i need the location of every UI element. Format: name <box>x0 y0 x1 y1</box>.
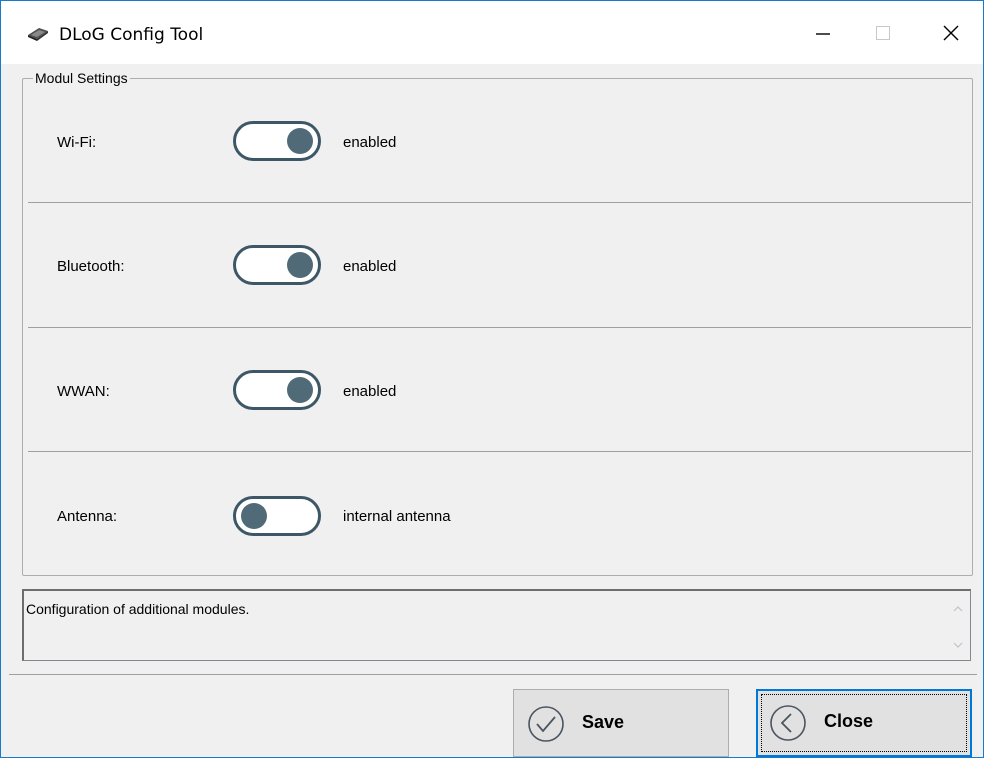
minimize-icon <box>816 32 830 35</box>
check-circle-icon <box>528 706 564 742</box>
toggle-knob <box>287 377 313 403</box>
antenna-state: internal antenna <box>343 508 451 525</box>
wifi-state: enabled <box>343 134 397 151</box>
bluetooth-toggle[interactable] <box>233 245 321 285</box>
wifi-toggle[interactable] <box>233 121 321 161</box>
toggle-knob <box>287 252 313 278</box>
row-divider <box>28 451 971 452</box>
bluetooth-state: enabled <box>343 258 397 275</box>
row-divider <box>28 202 971 203</box>
title-bar[interactable]: DLoG Config Tool <box>1 1 983 64</box>
setting-row-wwan: WWAN: enabled <box>23 330 971 454</box>
footer-divider <box>9 674 977 675</box>
chevron-up-icon <box>953 606 963 612</box>
wifi-label: Wi-Fi: <box>57 134 97 151</box>
setting-row-wifi: Wi-Fi: enabled <box>23 81 971 205</box>
close-window-button[interactable] <box>919 1 983 64</box>
close-icon <box>943 25 959 40</box>
scroll-down-button[interactable] <box>948 635 968 655</box>
close-label: Close <box>824 711 874 731</box>
setting-row-bluetooth: Bluetooth: enabled <box>23 205 971 329</box>
antenna-toggle[interactable] <box>233 496 321 536</box>
minimize-button[interactable] <box>791 1 855 64</box>
description-text: Configuration of additional modules. <box>26 601 250 617</box>
wwan-state: enabled <box>343 383 397 400</box>
wwan-toggle[interactable] <box>233 370 321 410</box>
wwan-label: WWAN: <box>57 383 110 400</box>
app-window: DLoG Config Tool Modul Settings Wi-Fi: e… <box>0 0 984 758</box>
row-divider <box>28 327 971 328</box>
toggle-knob <box>241 503 267 529</box>
chevron-down-icon <box>953 642 963 648</box>
description-scrollbar[interactable] <box>948 593 968 659</box>
save-label: Save <box>582 712 625 732</box>
setting-row-antenna: Antenna: internal antenna <box>23 454 971 578</box>
chevron-left-circle-icon <box>770 705 806 741</box>
toggle-knob <box>287 128 313 154</box>
window-title: DLoG Config Tool <box>59 25 204 45</box>
description-textbox[interactable]: Configuration of additional modules. <box>22 589 971 661</box>
maximize-icon <box>876 25 890 40</box>
scroll-up-button[interactable] <box>948 599 968 619</box>
maximize-button[interactable] <box>851 1 915 64</box>
device-icon <box>28 28 48 41</box>
bluetooth-label: Bluetooth: <box>57 258 125 275</box>
close-button[interactable]: Close <box>756 689 972 757</box>
antenna-label: Antenna: <box>57 508 118 525</box>
save-button[interactable]: Save <box>513 689 729 757</box>
